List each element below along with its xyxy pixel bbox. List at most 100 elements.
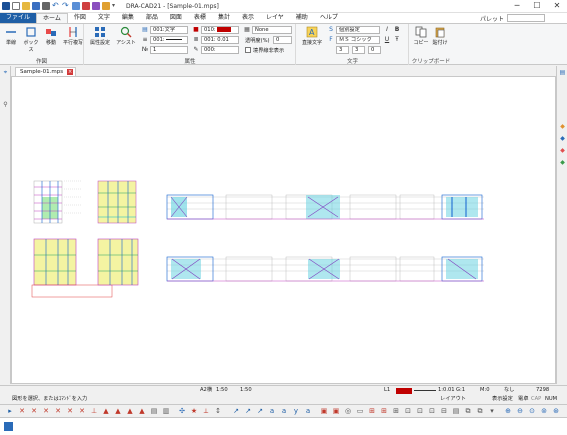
filter-icon[interactable]: ▤ bbox=[452, 407, 460, 415]
tab-layer[interactable]: レイヤ bbox=[260, 13, 290, 23]
parts-panel-icon[interactable]: ◆ bbox=[558, 134, 567, 143]
yx-icon[interactable]: y bbox=[292, 407, 300, 415]
copy-button[interactable]: コピー bbox=[412, 26, 430, 46]
grid-value[interactable]: G:1 bbox=[456, 386, 465, 395]
move-button[interactable]: 移動 bbox=[42, 26, 60, 46]
snap-quad-icon[interactable]: ▲ bbox=[126, 407, 134, 415]
snap-icon[interactable]: ⌖ bbox=[1, 68, 10, 77]
transparency-input[interactable]: 0 bbox=[273, 36, 292, 44]
snap-off-icon[interactable]: ▥ bbox=[162, 407, 170, 415]
linewidth-select[interactable]: 001: 0.01 bbox=[201, 36, 239, 44]
ortho2-icon[interactable]: ↗ bbox=[244, 407, 252, 415]
minimize-button[interactable]: ─ bbox=[507, 0, 527, 13]
zoom-all-icon[interactable]: ⊚ bbox=[540, 407, 548, 415]
redo-icon[interactable]: ↷ bbox=[62, 2, 70, 10]
italic-icon[interactable]: I bbox=[383, 26, 391, 34]
color-swatch-status[interactable] bbox=[396, 388, 412, 394]
line-scale[interactable]: 1:0.01 bbox=[438, 386, 455, 395]
tab-home[interactable]: ホーム bbox=[36, 13, 68, 23]
color-select[interactable]: 010: bbox=[201, 26, 239, 34]
snap-select-icon[interactable]: ▸ bbox=[6, 407, 14, 415]
zoom-out-icon[interactable]: ⊖ bbox=[516, 407, 524, 415]
ortho3-icon[interactable]: ↗ bbox=[256, 407, 264, 415]
zoom-window-icon[interactable]: ⊙ bbox=[528, 407, 536, 415]
assist-button[interactable]: アシスト bbox=[114, 26, 138, 46]
text-width-input[interactable]: 3 bbox=[352, 46, 365, 54]
layer-icon[interactable] bbox=[72, 2, 80, 10]
command-line[interactable] bbox=[0, 417, 567, 435]
text-style-select[interactable]: 個別設定 bbox=[336, 26, 380, 34]
navi-panel-icon[interactable]: ◆ bbox=[558, 158, 567, 167]
palette-menu[interactable]: パレット bbox=[480, 14, 504, 23]
boundary-checkbox[interactable] bbox=[245, 47, 251, 53]
tab-text[interactable]: 文字 bbox=[92, 13, 116, 23]
tab-draw[interactable]: 作図 bbox=[68, 13, 92, 23]
number-input[interactable]: 1 bbox=[150, 46, 188, 54]
fence-select-icon[interactable]: ▭ bbox=[356, 407, 364, 415]
clear-select-icon[interactable]: ⧉ bbox=[476, 407, 484, 415]
pan-icon[interactable]: ⊛ bbox=[552, 407, 560, 415]
snap-cross-icon[interactable]: ✕ bbox=[42, 407, 50, 415]
command-search-input[interactable] bbox=[507, 14, 545, 22]
scale-2[interactable]: 1:50 bbox=[240, 386, 252, 395]
parallel-copy-button[interactable]: 平行複写 bbox=[62, 26, 84, 46]
search-icon[interactable]: ⚲ bbox=[1, 100, 10, 109]
document-tab[interactable]: Sample-01.mps × bbox=[15, 67, 77, 76]
pen-select[interactable]: 000: bbox=[201, 46, 239, 54]
layer-select[interactable]: 001:文字 bbox=[150, 26, 188, 34]
refresh-icon[interactable] bbox=[82, 2, 90, 10]
print-icon[interactable] bbox=[42, 2, 50, 10]
attribute-setting-button[interactable]: 属性設定 bbox=[88, 26, 112, 46]
tool-icon[interactable] bbox=[92, 2, 100, 10]
close-button[interactable]: ✕ bbox=[547, 0, 567, 13]
new-file-icon[interactable] bbox=[12, 2, 20, 10]
single-line-button[interactable]: 単線 bbox=[2, 26, 20, 46]
document-close-icon[interactable]: × bbox=[67, 69, 74, 75]
type-select-icon[interactable]: ⊡ bbox=[404, 407, 412, 415]
snap-tangent-icon[interactable]: ✕ bbox=[78, 407, 86, 415]
scale-1[interactable]: 1:50 bbox=[216, 386, 228, 395]
snap-near-icon[interactable]: ▲ bbox=[102, 407, 110, 415]
tab-parts[interactable]: 部品 bbox=[140, 13, 164, 23]
tab-summary[interactable]: 集計 bbox=[212, 13, 236, 23]
mode-value[interactable]: M:0 bbox=[480, 386, 490, 395]
group-select-icon[interactable]: ⊡ bbox=[416, 407, 424, 415]
tab-file[interactable]: ファイル bbox=[0, 13, 37, 23]
snap-ext-icon[interactable]: ▲ bbox=[138, 407, 146, 415]
underline-icon[interactable]: U bbox=[383, 36, 391, 44]
ax-icon[interactable]: a bbox=[268, 407, 276, 415]
color-select-icon[interactable]: ⊞ bbox=[380, 407, 388, 415]
maximize-button[interactable]: ☐ bbox=[527, 0, 547, 13]
none-status[interactable]: なし bbox=[504, 386, 514, 395]
all-select-icon[interactable]: ⊡ bbox=[428, 407, 436, 415]
paper-size[interactable]: A2横 bbox=[200, 386, 212, 395]
zoom-in-icon[interactable]: ⊕ bbox=[504, 407, 512, 415]
property-panel-icon[interactable]: ◆ bbox=[558, 122, 567, 131]
aa-icon[interactable]: a bbox=[304, 407, 312, 415]
snap-par-icon[interactable]: ▤ bbox=[150, 407, 158, 415]
dropdown-icon[interactable]: ▾ bbox=[488, 407, 496, 415]
palette-panel-icon[interactable]: ◆ bbox=[558, 146, 567, 155]
box-button[interactable]: ボックス bbox=[22, 26, 40, 53]
paste-button[interactable]: 貼付け bbox=[431, 26, 449, 46]
hatch-select[interactable]: None bbox=[252, 26, 292, 34]
rect-select-icon[interactable]: ▣ bbox=[320, 407, 328, 415]
tab-help[interactable]: ヘルプ bbox=[314, 13, 344, 23]
snap-end-icon[interactable]: ✕ bbox=[18, 407, 26, 415]
strike-icon[interactable]: Ŧ bbox=[393, 36, 401, 44]
tab-table[interactable]: 表標 bbox=[188, 13, 212, 23]
linetype-select[interactable]: 001: bbox=[150, 36, 188, 44]
tab-view[interactable]: 表示 bbox=[236, 13, 260, 23]
linetype-sample-status[interactable] bbox=[414, 390, 436, 391]
tab-drawing[interactable]: 図面 bbox=[164, 13, 188, 23]
snap-center-icon[interactable]: ✕ bbox=[66, 407, 74, 415]
font-select[interactable]: ＭＳ ゴシック bbox=[336, 36, 380, 44]
open-folder-icon[interactable] bbox=[22, 2, 30, 10]
drawing-canvas[interactable] bbox=[11, 76, 556, 384]
snap-grid-icon[interactable]: ▲ bbox=[114, 407, 122, 415]
display-setting[interactable]: 表示設定 bbox=[492, 395, 513, 404]
tab-edit[interactable]: 編集 bbox=[116, 13, 140, 23]
save-icon[interactable] bbox=[32, 2, 40, 10]
customize-icon[interactable]: ▾ bbox=[112, 2, 120, 10]
text-height-input[interactable]: 3 bbox=[336, 46, 349, 54]
